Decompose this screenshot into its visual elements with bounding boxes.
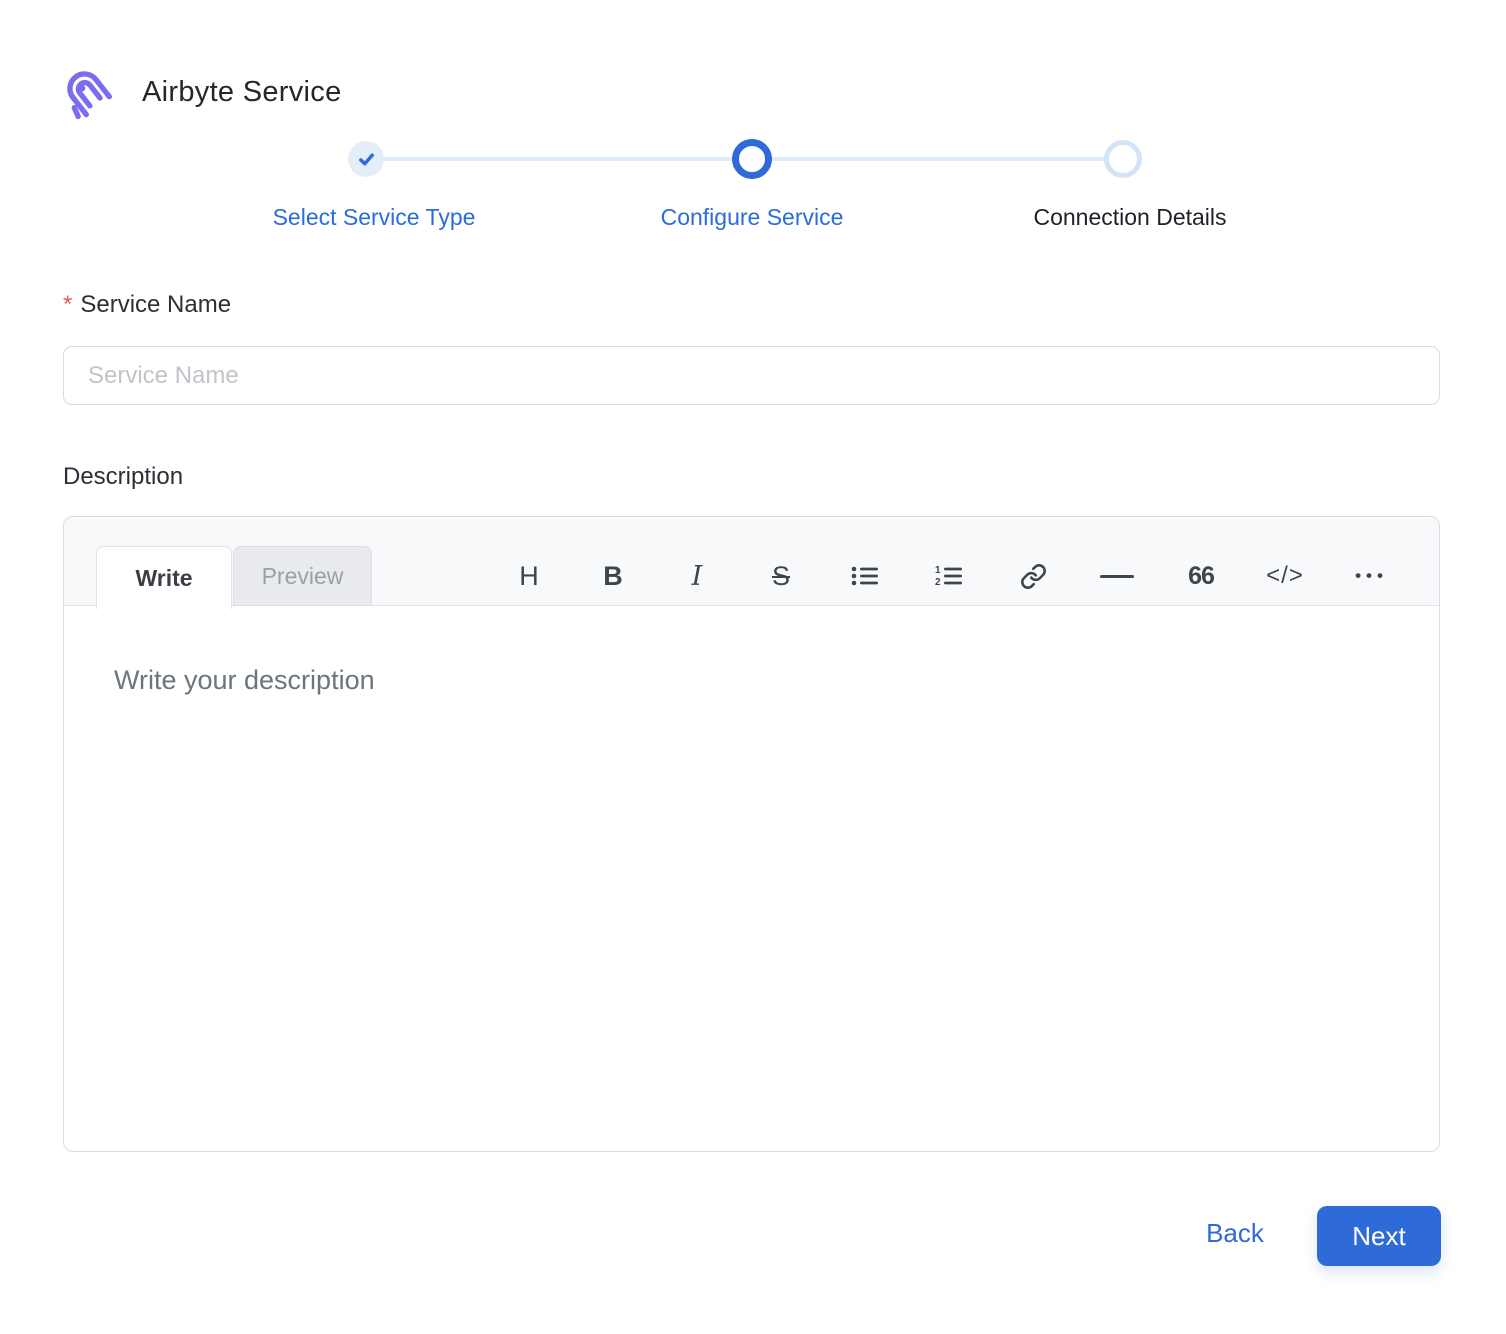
bold-icon[interactable]: B — [571, 546, 655, 606]
heading-icon[interactable]: H — [487, 546, 571, 606]
check-icon — [358, 153, 374, 165]
required-asterisk: * — [63, 291, 73, 318]
tab-preview[interactable]: Preview — [233, 546, 372, 606]
description-placeholder: Write your description — [114, 665, 375, 695]
svg-text:2: 2 — [935, 577, 941, 588]
step-label-select-service-type[interactable]: Select Service Type — [273, 204, 476, 231]
back-button[interactable]: Back — [1180, 1218, 1290, 1249]
airbyte-octopus-logo-icon — [67, 71, 112, 120]
service-name-input[interactable] — [63, 346, 1440, 405]
tab-write[interactable]: Write — [96, 546, 232, 609]
step-label-configure-service[interactable]: Configure Service — [661, 204, 844, 231]
service-name-label: * Service Name — [63, 291, 231, 319]
code-icon[interactable]: </> — [1243, 546, 1327, 606]
italic-icon[interactable]: I — [655, 546, 739, 606]
quote-icon[interactable]: 66 — [1159, 546, 1243, 606]
editor-toolbar: H B I S 1 2 66 </> ••• — [487, 546, 1411, 606]
horizontal-rule-icon[interactable] — [1075, 546, 1159, 606]
strikethrough-icon[interactable]: S — [739, 546, 823, 606]
step-upcoming-circle[interactable] — [1104, 140, 1142, 178]
description-editor: Write Preview H B I S 1 2 66 </> ••• Wri… — [63, 516, 1440, 1152]
step-active-circle[interactable] — [732, 139, 772, 179]
svg-text:1: 1 — [935, 565, 941, 576]
next-button[interactable]: Next — [1317, 1206, 1441, 1266]
airbyte-service-page: Airbyte Service Select Service Type Conf… — [0, 0, 1506, 1334]
service-name-label-text: Service Name — [80, 291, 232, 318]
description-textarea[interactable]: Write your description — [64, 607, 1439, 1151]
page-title: Airbyte Service — [142, 76, 342, 108]
description-label: Description — [63, 463, 184, 490]
more-options-icon[interactable]: ••• — [1327, 546, 1411, 606]
link-icon[interactable] — [991, 546, 1075, 606]
numbered-list-icon[interactable]: 1 2 — [907, 546, 991, 606]
step-completed-circle[interactable] — [348, 141, 384, 177]
bullet-list-icon[interactable] — [823, 546, 907, 606]
step-label-connection-details[interactable]: Connection Details — [1033, 204, 1226, 231]
